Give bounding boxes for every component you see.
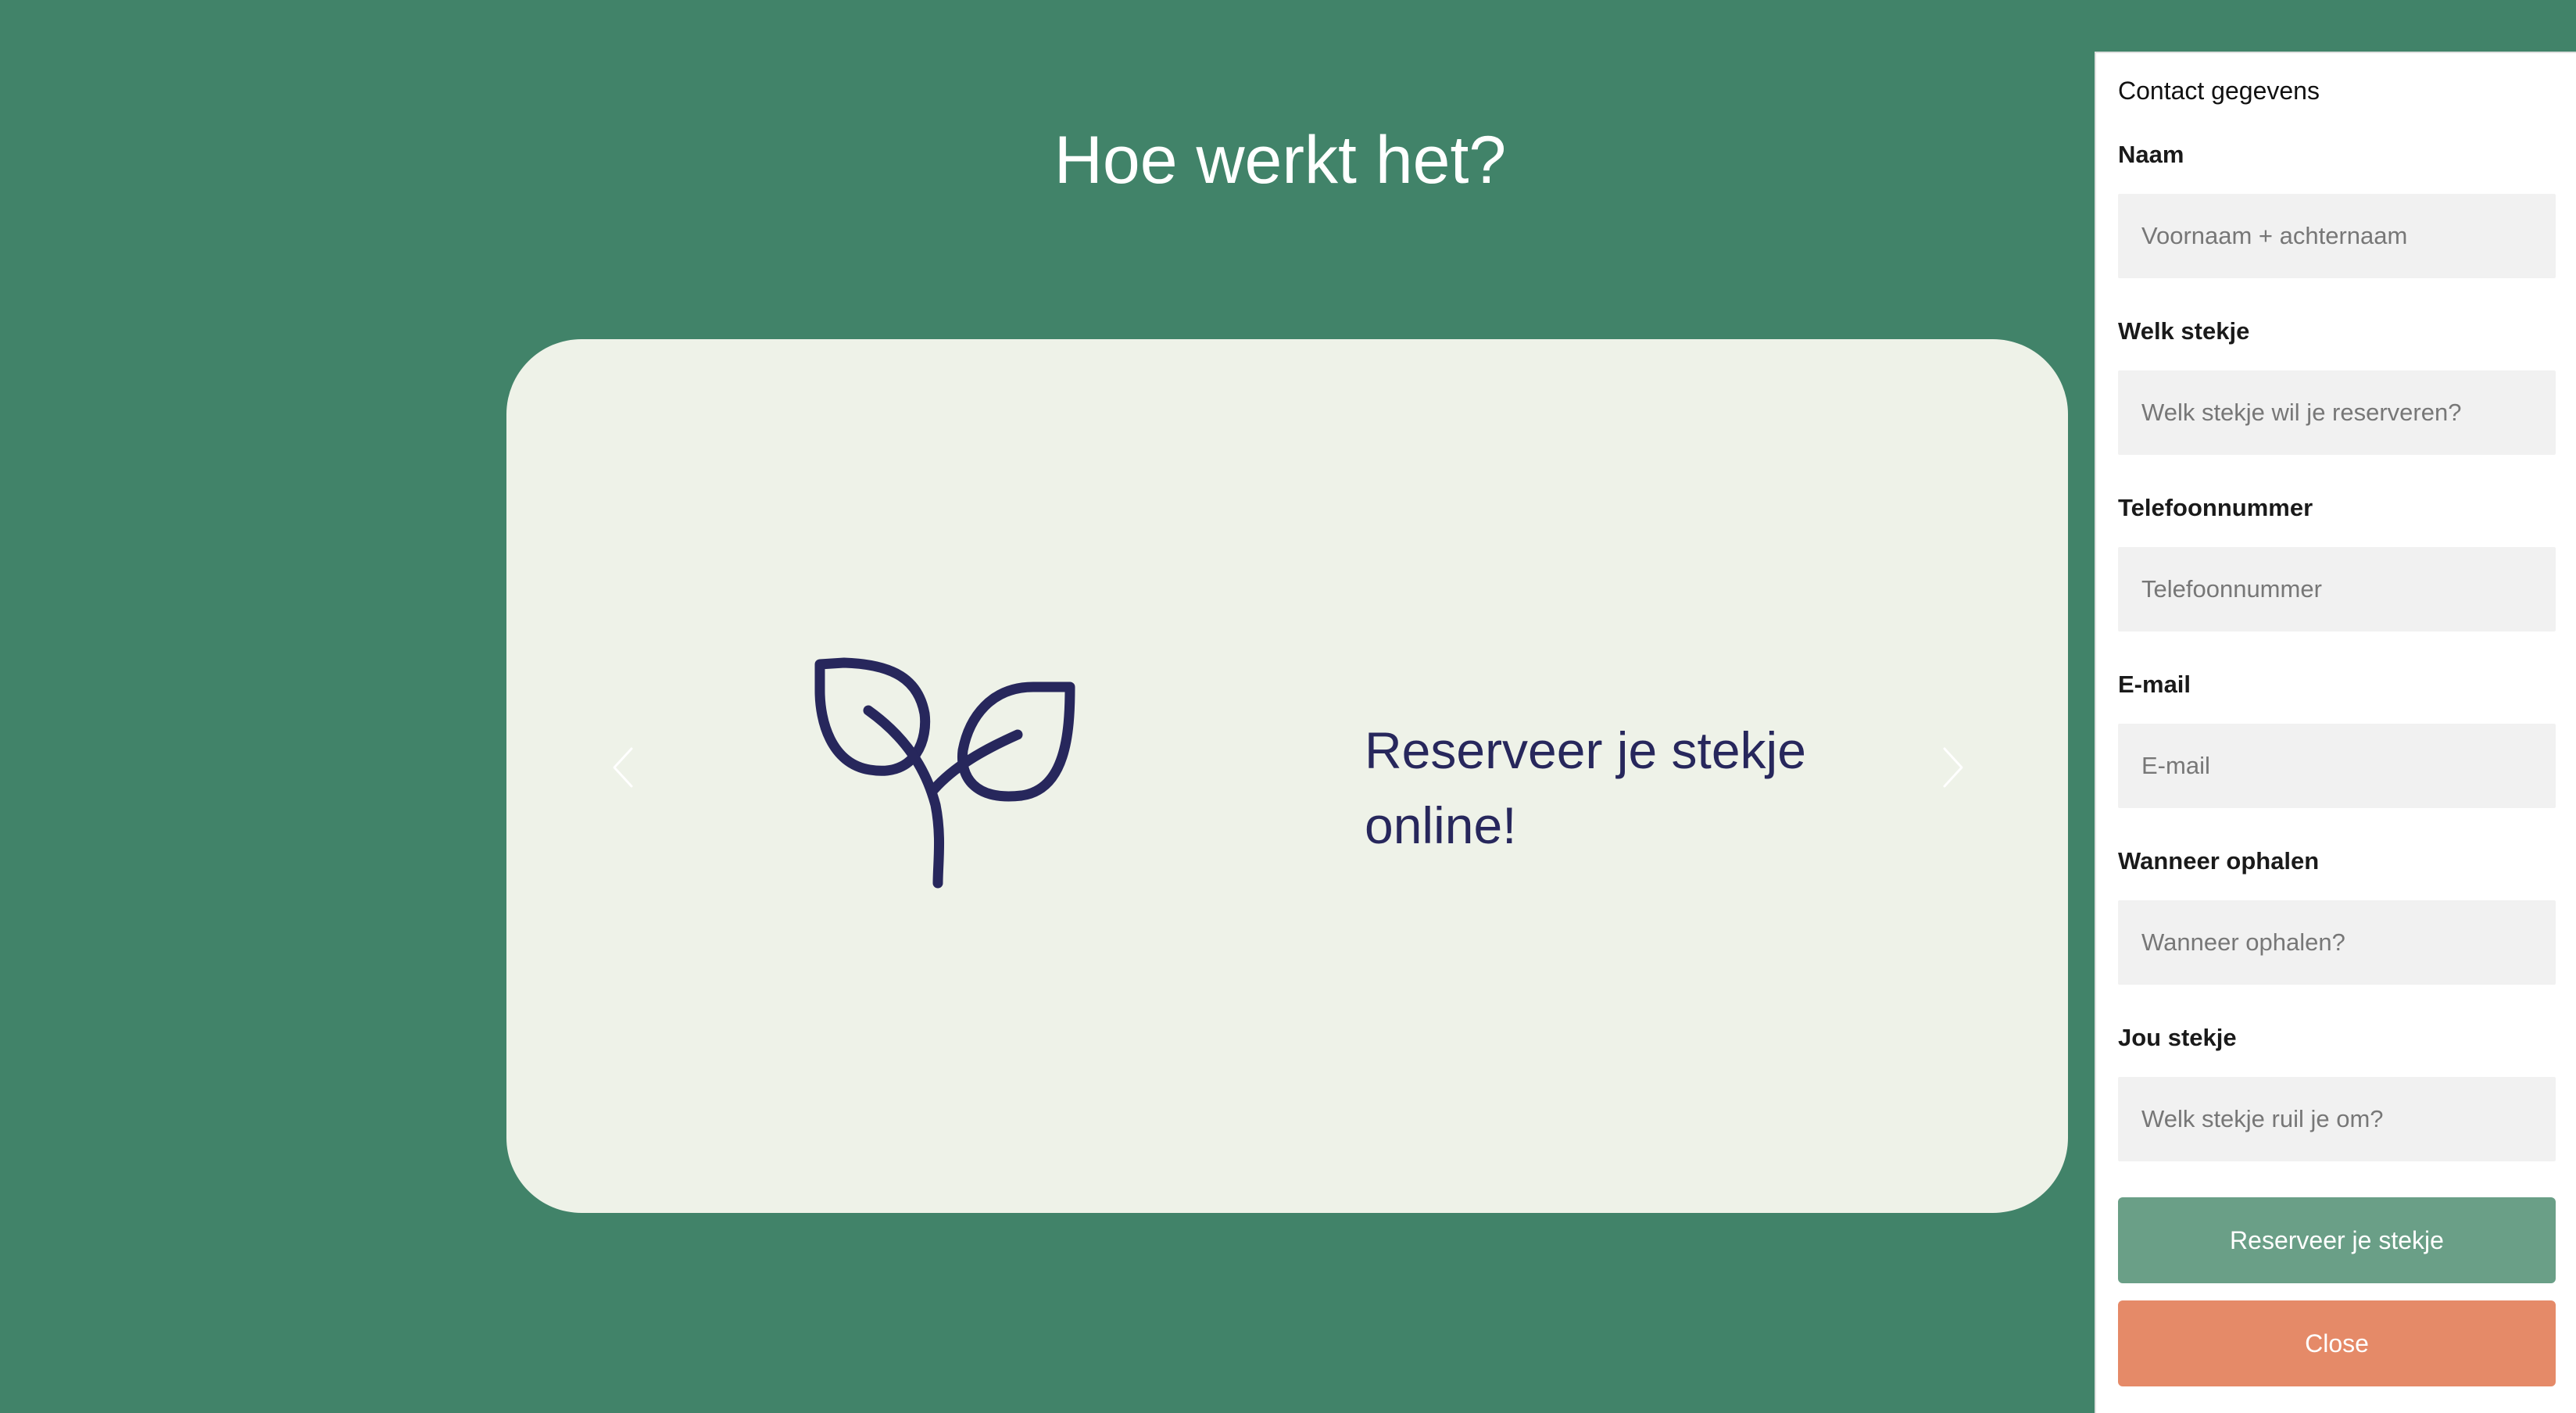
slide-text: Reserveer je stekje online!	[1365, 721, 1806, 854]
email-label: E-mail	[2118, 671, 2191, 698]
pickup-time-input[interactable]	[2118, 900, 2556, 985]
cutting-label: Welk stekje	[2118, 317, 2250, 345]
plant-sprout-icon	[813, 656, 1079, 891]
contact-form-heading: Contact gegevens	[2118, 77, 2320, 105]
pickup-time-label: Wanneer ophalen	[2118, 847, 2320, 875]
contact-form-panel: Contact gegevens Naam Welk stekje Telefo…	[2095, 52, 2576, 1413]
close-button[interactable]: Close	[2118, 1300, 2556, 1386]
reserve-button[interactable]: Reserveer je stekje	[2118, 1197, 2556, 1283]
phone-label: Telefoonnummer	[2118, 494, 2313, 521]
chevron-right-icon	[1943, 747, 1963, 788]
chevron-left-icon	[613, 747, 633, 788]
swap-cutting-input[interactable]	[2118, 1077, 2556, 1161]
email-input[interactable]	[2118, 724, 2556, 808]
swap-cutting-label: Jou stekje	[2118, 1024, 2237, 1051]
name-label: Naam	[2118, 141, 2184, 168]
cutting-input[interactable]	[2118, 370, 2556, 455]
carousel-prev-button[interactable]	[608, 744, 639, 791]
name-input[interactable]	[2118, 194, 2556, 278]
phone-input[interactable]	[2118, 547, 2556, 631]
carousel-next-button[interactable]	[1937, 744, 1968, 791]
